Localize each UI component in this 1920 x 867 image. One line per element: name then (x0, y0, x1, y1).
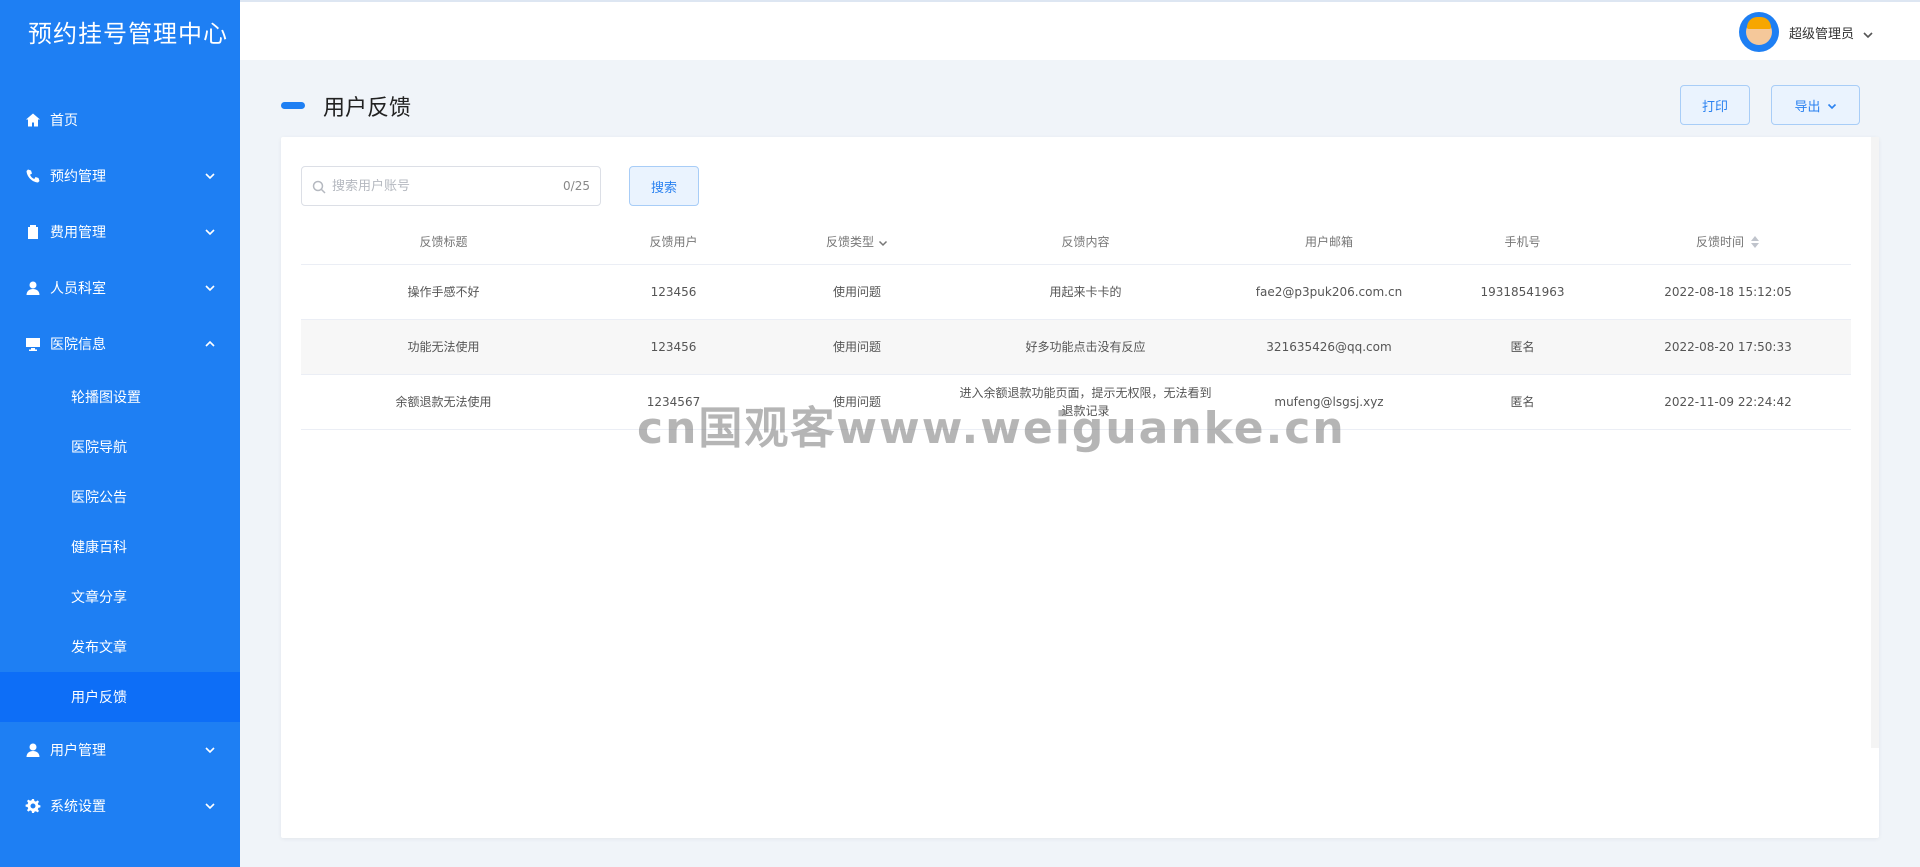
sidebar-subitem-active[interactable]: 用户反馈 (0, 672, 240, 722)
table-cell: 123456 (586, 264, 761, 320)
table-cell: 用起来卡卡的 (953, 264, 1218, 320)
gear-icon (24, 797, 42, 815)
sort-icon[interactable] (1750, 235, 1760, 249)
sidebar-subitem[interactable]: 健康百科 (0, 522, 240, 572)
chevron-down-icon (204, 800, 216, 812)
chevron-down-icon (1827, 100, 1837, 110)
sidebar-item-label: 人员科室 (50, 281, 106, 297)
column-header-sortable[interactable]: 反馈时间 (1605, 219, 1851, 265)
clipboard-icon (24, 223, 42, 241)
table-cell: fae2@p3puk206.com.cn (1218, 264, 1440, 320)
sidebar-item-hospital-info[interactable]: 医院信息 (0, 316, 240, 372)
sidebar-submenu-hospital-info: 轮播图设置 医院导航 医院公告 健康百科 文章分享 发布文章 用户反馈 (0, 372, 240, 722)
table-cell: 匿名 (1440, 319, 1605, 375)
sidebar-item-label: 用户管理 (50, 743, 106, 759)
column-header: 手机号 (1440, 219, 1605, 265)
chevron-down-icon (204, 170, 216, 182)
table-cell: 1234567 (586, 374, 761, 430)
sidebar-subitem[interactable]: 医院导航 (0, 422, 240, 472)
user-name: 超级管理员 (1788, 26, 1854, 42)
table-cell: mufeng@lsgsj.xyz (1218, 374, 1440, 430)
column-header-label: 反馈时间 (1695, 234, 1744, 249)
chevron-down-icon (1862, 26, 1874, 39)
scrollbar[interactable] (1871, 137, 1879, 748)
sidebar-item-home[interactable]: 首页 (0, 92, 240, 148)
chevron-down-icon (204, 282, 216, 294)
table-cell: 匿名 (1440, 374, 1605, 430)
sidebar-item-label: 首页 (50, 113, 78, 129)
table-cell: 2022-11-09 22:24:42 (1605, 374, 1851, 430)
sidebar-subitem[interactable]: 发布文章 (0, 622, 240, 672)
chevron-down-icon[interactable] (878, 237, 888, 247)
sidebar-item-user-management[interactable]: 用户管理 (0, 722, 240, 778)
sidebar-subitem[interactable]: 文章分享 (0, 572, 240, 622)
user-menu[interactable]: 超级管理员 (1738, 12, 1874, 52)
table-cell: 2022-08-18 15:12:05 (1605, 264, 1851, 320)
table-cell: 123456 (586, 319, 761, 375)
chevron-up-icon (204, 338, 216, 350)
column-header-label: 反馈类型 (825, 234, 874, 249)
sidebar-menu: 首页 预约管理 费用管理 人员科室 医院信息 轮播图设置 医院导航 医院公告 健… (0, 92, 240, 834)
sidebar-item-system-settings[interactable]: 系统设置 (0, 778, 240, 834)
export-button[interactable]: 导出 (1771, 85, 1860, 125)
sidebar: 预约挂号管理中心 首页 预约管理 费用管理 人员科室 医院信息 轮播图设置 医院… (0, 0, 240, 867)
table-row[interactable]: 余额退款无法使用 1234567 使用问题 进入余额退款功能页面，提示无权限，无… (301, 374, 1851, 430)
table-cell: 功能无法使用 (301, 319, 586, 375)
table-header-row: 反馈标题 反馈用户 反馈类型 反馈内容 用户邮箱 手机号 反馈时间 (301, 219, 1851, 265)
export-button-label: 导出 (1794, 99, 1821, 115)
table-cell: 好多功能点击没有反应 (953, 319, 1218, 375)
page-title: 用户反馈 (323, 96, 412, 121)
sidebar-subitem[interactable]: 轮播图设置 (0, 372, 240, 422)
chevron-down-icon (204, 226, 216, 238)
table-cell: 321635426@qq.com (1218, 319, 1440, 375)
phone-icon (24, 167, 42, 185)
top-header: 超级管理员 (240, 0, 1920, 60)
avatar[interactable] (1738, 12, 1779, 52)
sidebar-item-staff[interactable]: 人员科室 (0, 260, 240, 316)
sidebar-item-fees[interactable]: 费用管理 (0, 204, 240, 260)
sidebar-subitem[interactable]: 医院公告 (0, 472, 240, 522)
table-cell: 2022-08-20 17:50:33 (1605, 319, 1851, 375)
column-header: 反馈内容 (953, 219, 1218, 265)
char-counter: 0/25 (563, 179, 590, 193)
column-header: 反馈标题 (301, 219, 586, 265)
monitor-icon (24, 335, 42, 353)
table-cell: 使用问题 (761, 374, 953, 430)
table-cell: 使用问题 (761, 319, 953, 375)
feedback-table: 反馈标题 反馈用户 反馈类型 反馈内容 用户邮箱 手机号 反馈时间 操作手感不好… (301, 219, 1851, 430)
column-header-filter[interactable]: 反馈类型 (761, 219, 953, 265)
title-accent-bar (281, 102, 305, 109)
table-row[interactable]: 功能无法使用 123456 使用问题 好多功能点击没有反应 321635426@… (301, 319, 1851, 375)
print-button[interactable]: 打印 (1680, 85, 1750, 125)
sidebar-item-label: 预约管理 (50, 169, 106, 185)
user-icon (24, 279, 42, 297)
content-card: 0/25 搜索 反馈标题 反馈用户 反馈类型 反馈内容 用户邮箱 手机号 反馈时… (281, 137, 1879, 838)
table-row[interactable]: 操作手感不好 123456 使用问题 用起来卡卡的 fae2@p3puk206.… (301, 264, 1851, 320)
search-field[interactable]: 0/25 (301, 166, 601, 206)
table-cell: 进入余额退款功能页面，提示无权限，无法看到退款记录 (953, 374, 1218, 430)
column-header: 用户邮箱 (1218, 219, 1440, 265)
app-brand: 预约挂号管理中心 (28, 19, 228, 48)
print-button-label: 打印 (1701, 99, 1728, 115)
table-cell: 19318541963 (1440, 264, 1605, 320)
table-cell: 余额退款无法使用 (301, 374, 586, 430)
sidebar-item-label: 医院信息 (50, 337, 106, 353)
search-button[interactable]: 搜索 (629, 166, 699, 206)
column-header: 反馈用户 (586, 219, 761, 265)
user-icon (24, 741, 42, 759)
sidebar-item-label: 系统设置 (50, 799, 106, 815)
sidebar-item-appointment[interactable]: 预约管理 (0, 148, 240, 204)
search-icon (312, 179, 326, 194)
home-icon (24, 111, 42, 129)
search-input[interactable] (332, 178, 564, 194)
table-cell: 使用问题 (761, 264, 953, 320)
chevron-down-icon (204, 744, 216, 756)
table-cell: 操作手感不好 (301, 264, 586, 320)
sidebar-item-label: 费用管理 (50, 225, 106, 241)
